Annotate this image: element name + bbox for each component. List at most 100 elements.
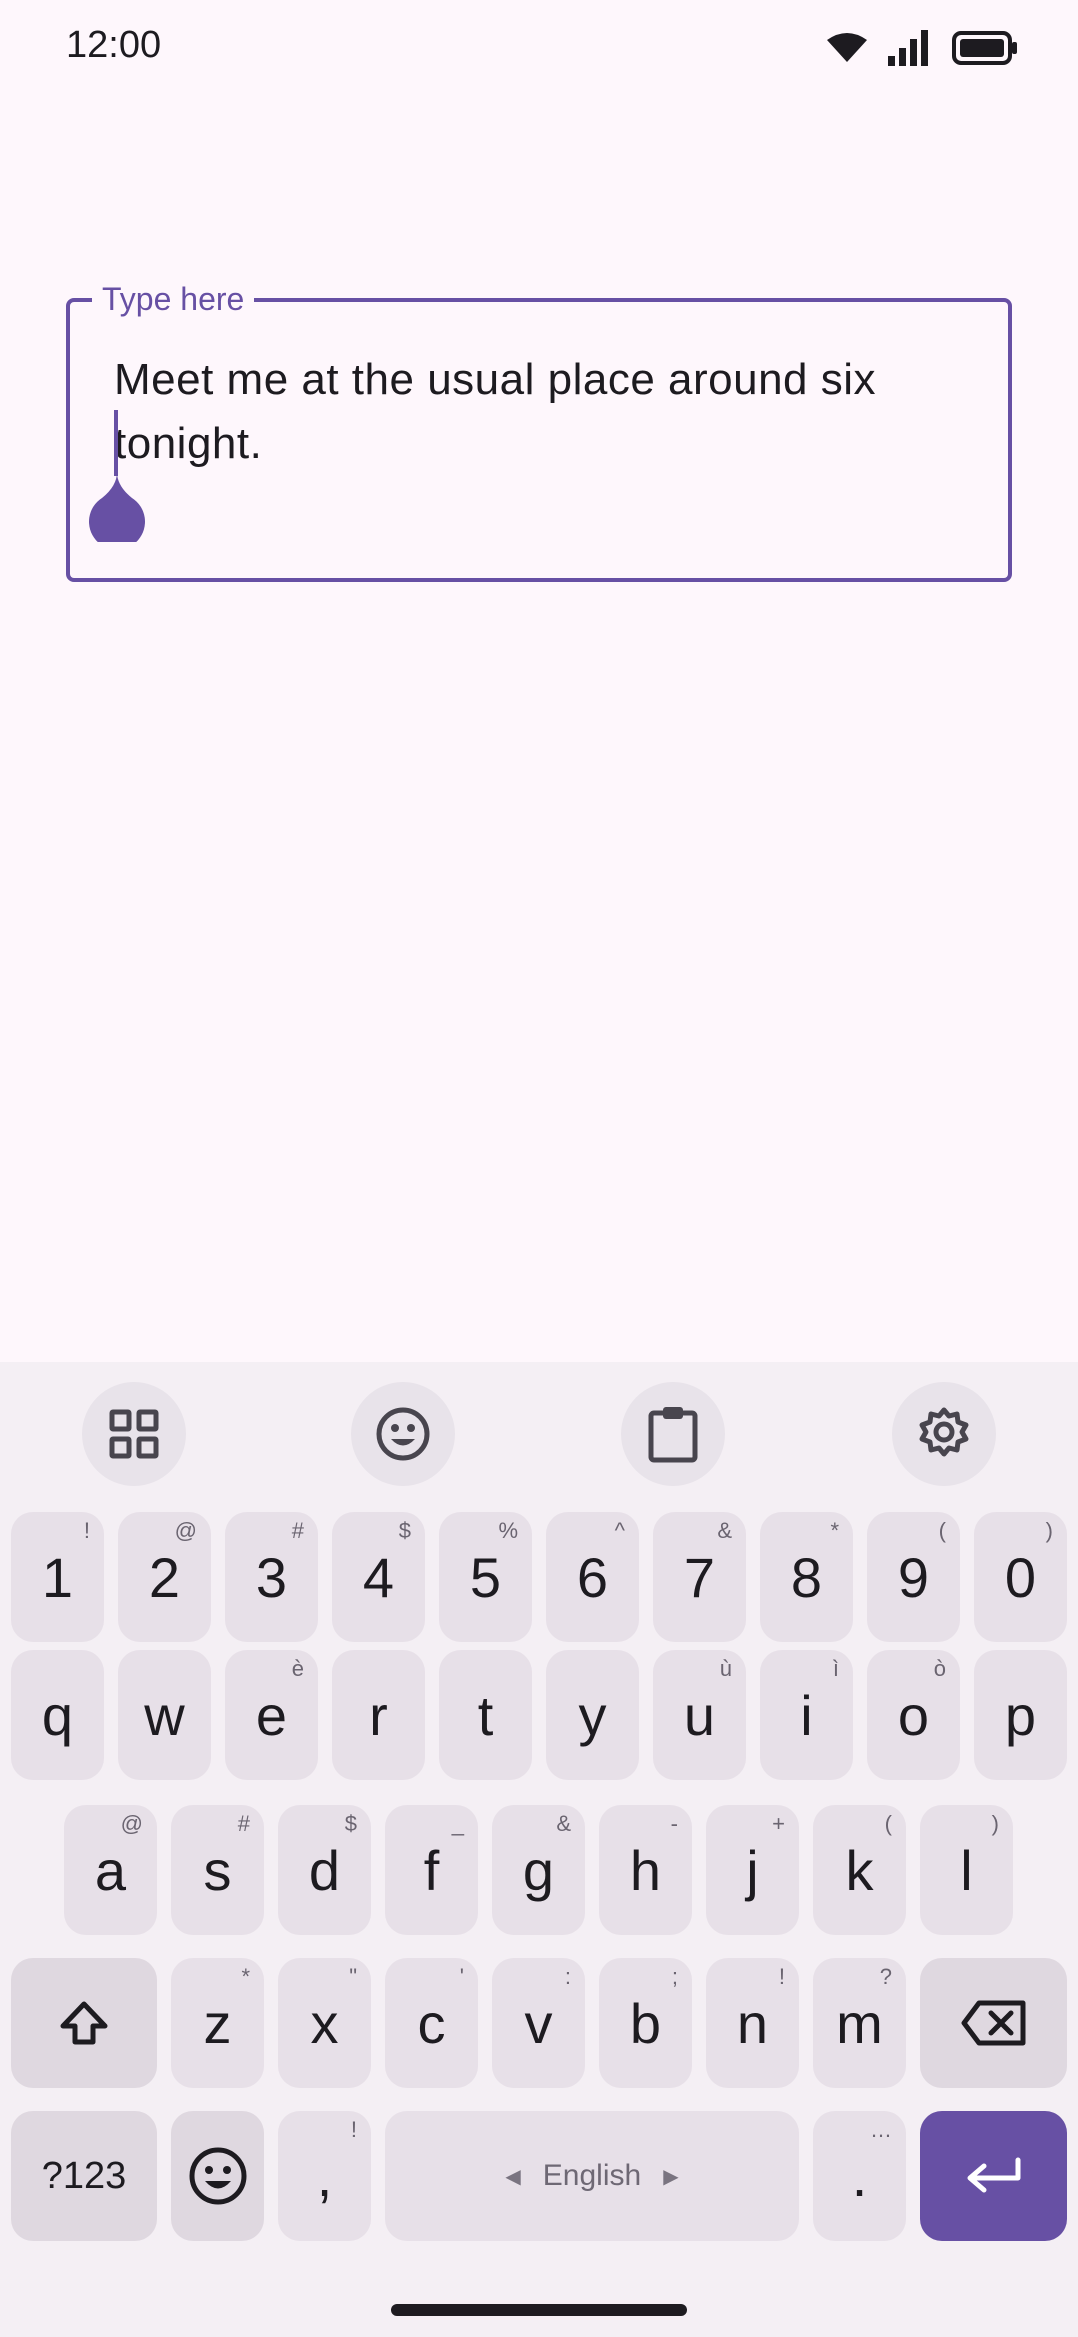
key-j[interactable]: j + (706, 1805, 799, 1935)
key-hint: ! (778, 1964, 785, 1989)
clipboard-icon (648, 1407, 698, 1463)
key-7[interactable]: 7 & (653, 1512, 746, 1642)
key-k[interactable]: k( (813, 1805, 906, 1935)
key-s[interactable]: s # (171, 1805, 264, 1935)
key-6[interactable]: 6 ^ (546, 1512, 639, 1642)
shift-key[interactable] (11, 1958, 157, 2088)
key-m[interactable]: m? (813, 1958, 906, 2088)
key-2[interactable]: 2 @ (118, 1512, 211, 1642)
key-label: 7 (683, 1545, 716, 1609)
field-value[interactable]: Meet me at the usual place around six to… (114, 348, 974, 476)
key-label: 1 (41, 1545, 74, 1609)
key-label: 5 (469, 1545, 502, 1609)
key-9[interactable]: 9( (867, 1512, 960, 1642)
enter-key[interactable] (920, 2111, 1067, 2241)
selection-handle[interactable] (88, 472, 146, 542)
key-hint: $ (344, 1811, 357, 1836)
key-label: 9 (897, 1545, 930, 1609)
key-8[interactable]: 8 * (760, 1512, 853, 1642)
key-0[interactable]: 0) (974, 1512, 1067, 1642)
emoji-toolbar-button[interactable] (351, 1382, 455, 1486)
key-c[interactable]: c ' (385, 1958, 478, 2088)
space-key[interactable]: ◀ English ▶ (385, 2111, 799, 2241)
key-h[interactable]: h- (599, 1805, 692, 1935)
key-label: l (960, 1838, 973, 1902)
key-u[interactable]: uù (653, 1650, 746, 1780)
key-hint: @ (120, 1811, 143, 1836)
key-a[interactable]: a @ (64, 1805, 157, 1935)
key-label: u (683, 1683, 716, 1747)
key-hint: : (564, 1964, 571, 1989)
key-x[interactable]: x " (278, 1958, 371, 2088)
key-hint: ò (933, 1656, 946, 1681)
key-hint: % (498, 1518, 518, 1543)
backspace-icon (961, 2000, 1025, 2046)
status-bar: 12:00 (0, 0, 1078, 96)
key-q[interactable]: q (11, 1650, 104, 1780)
key-z[interactable]: z * (171, 1958, 264, 2088)
key-label: t (477, 1683, 494, 1747)
key-3[interactable]: 3 # (225, 1512, 318, 1642)
key-label: k (845, 1838, 874, 1902)
key-hint: ( (884, 1811, 892, 1836)
gesture-nav-handle[interactable] (391, 2304, 687, 2316)
key-o[interactable]: oò (867, 1650, 960, 1780)
key-g[interactable]: g & (492, 1805, 585, 1935)
key-e[interactable]: eè (225, 1650, 318, 1780)
key-4[interactable]: 4 $ (332, 1512, 425, 1642)
key-v[interactable]: v: (492, 1958, 585, 2088)
settings-button[interactable] (892, 1382, 996, 1486)
key-label: r (369, 1683, 388, 1747)
emoji-icon (376, 1407, 430, 1461)
key-label: y (578, 1683, 607, 1747)
key-hint: ù (719, 1656, 732, 1681)
key-p[interactable]: p (974, 1650, 1067, 1780)
period-key[interactable]: .… (813, 2111, 906, 2241)
key-label: s (203, 1838, 232, 1902)
text-input-field[interactable]: Type here Meet me at the usual place aro… (66, 280, 1012, 582)
key-label: e (255, 1683, 288, 1747)
key-hint: ) (991, 1811, 999, 1836)
clipboard-button[interactable] (621, 1382, 725, 1486)
key-n[interactable]: n! (706, 1958, 799, 2088)
keyboard-menu-button[interactable] (82, 1382, 186, 1486)
key-label: b (629, 1991, 662, 2055)
key-hint: ^ (614, 1518, 625, 1543)
key-i[interactable]: iì (760, 1650, 853, 1780)
key-label: h (629, 1838, 662, 1902)
key-l[interactable]: l) (920, 1805, 1013, 1935)
grid-icon (109, 1409, 159, 1459)
key-label: c (417, 1991, 446, 2055)
key-hint: ( (938, 1518, 946, 1543)
emoji-key[interactable] (171, 2111, 264, 2241)
key-w[interactable]: w (118, 1650, 211, 1780)
key-hint: # (291, 1518, 304, 1543)
key-1[interactable]: 1! (11, 1512, 104, 1642)
key-label: m (836, 1991, 883, 2055)
signal-icon (888, 30, 928, 66)
language-right-arrow-icon: ▶ (663, 2165, 679, 2188)
key-label: 0 (1004, 1545, 1037, 1609)
backspace-key[interactable] (920, 1958, 1067, 2088)
key-f[interactable]: f _ (385, 1805, 478, 1935)
key-hint: $ (398, 1518, 411, 1543)
key-t[interactable]: t (439, 1650, 532, 1780)
key-hint: * (241, 1964, 250, 1989)
key-hint: - (670, 1811, 678, 1836)
key-d[interactable]: d $ (278, 1805, 371, 1935)
symbols-key[interactable]: ?123 (11, 2111, 157, 2241)
key-y[interactable]: y (546, 1650, 639, 1780)
key-hint: * (830, 1518, 839, 1543)
key-r[interactable]: r (332, 1650, 425, 1780)
key-5[interactable]: 5% (439, 1512, 532, 1642)
key-label: z (203, 1991, 232, 2055)
key-label: 6 (576, 1545, 609, 1609)
key-b[interactable]: b; (599, 1958, 692, 2088)
key-label: q (41, 1683, 74, 1747)
key-label: x (310, 1991, 339, 2055)
key-hint: ; (671, 1964, 678, 1989)
comma-key[interactable]: ,! (278, 2111, 371, 2241)
key-hint: ! (83, 1518, 90, 1543)
key-label: g (522, 1838, 555, 1902)
enter-icon (967, 2157, 1020, 2193)
